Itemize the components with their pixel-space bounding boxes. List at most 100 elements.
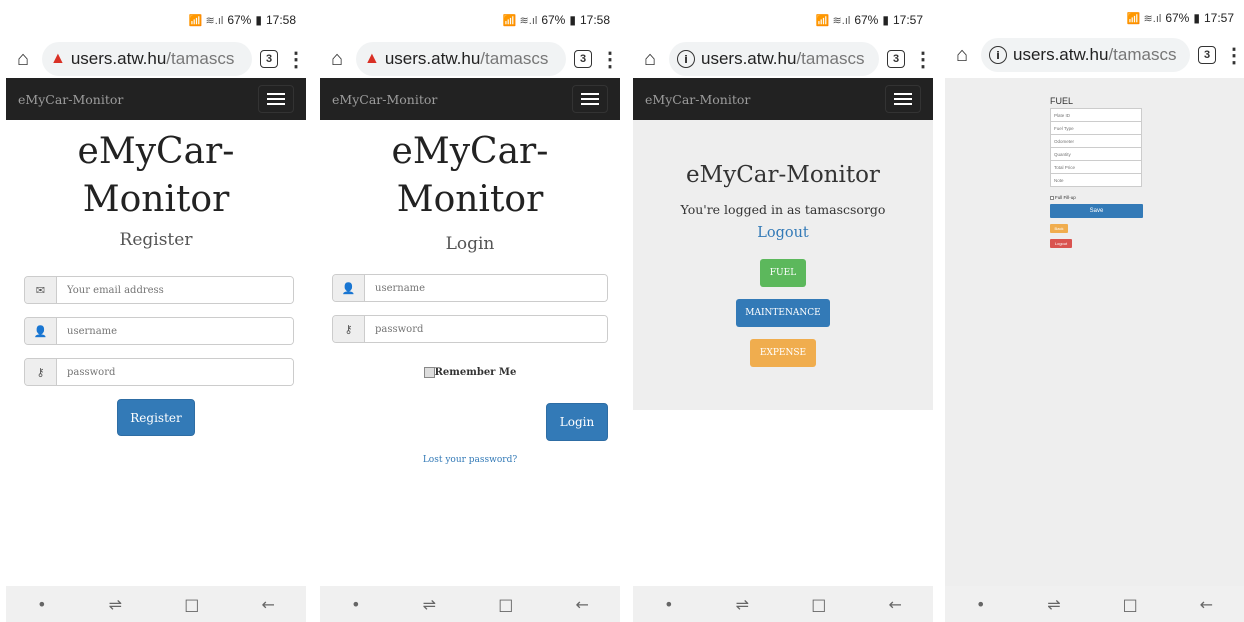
hamburger-menu-icon[interactable]: [572, 85, 608, 113]
fuel-page: FUEL Full Fill-up Save Back Logout: [945, 78, 1244, 586]
home-square-icon[interactable]: □: [811, 595, 826, 614]
url-bar[interactable]: ▲ users.atw.hu/tamascs: [356, 42, 566, 76]
recent-apps-icon[interactable]: ⇌: [109, 595, 122, 614]
dashboard-panel: eMyCar-Monitor You're logged in as tamas…: [633, 120, 933, 410]
username-input[interactable]: [57, 318, 293, 344]
page-title: eMyCar- Monitor: [6, 128, 306, 224]
url-bar[interactable]: i users.atw.hu/tamascs: [669, 42, 879, 76]
dot-icon[interactable]: •: [976, 595, 985, 614]
tab-count-icon[interactable]: 3: [574, 50, 592, 68]
home-icon[interactable]: ⌂: [326, 48, 348, 71]
full-fillup-checkbox[interactable]: [1050, 195, 1054, 200]
dot-icon[interactable]: •: [351, 595, 360, 614]
status-bar: 📶 ≋.ıl 67% ▮ 17:58: [320, 0, 620, 40]
quantity-input[interactable]: [1050, 148, 1142, 161]
page-title: eMyCar- Monitor: [320, 128, 620, 224]
home-icon[interactable]: ⌂: [639, 48, 661, 71]
battery-icon: ▮: [255, 13, 262, 27]
info-icon[interactable]: i: [989, 46, 1007, 64]
home-square-icon[interactable]: □: [1123, 595, 1138, 614]
maintenance-button[interactable]: MAINTENANCE: [736, 299, 830, 327]
email-input[interactable]: [57, 277, 293, 303]
key-icon: ⚷: [333, 316, 365, 342]
overflow-menu-icon[interactable]: ⋮: [913, 47, 933, 72]
status-bar: 📶 ≋.ıl 67% ▮ 17:57: [633, 0, 933, 40]
signal-icon: 📶 ≋.ıl: [815, 14, 851, 27]
url-path: /tamascs: [1108, 45, 1177, 64]
android-nav-bar: • ⇌ □ ←: [6, 586, 306, 622]
tab-count-icon[interactable]: 3: [1198, 46, 1216, 64]
url-bar[interactable]: ▲ users.atw.hu/tamascs: [42, 42, 252, 76]
username-field: 👤: [332, 274, 608, 302]
signal-icon: 📶 ≋.ıl: [188, 14, 224, 27]
home-icon[interactable]: ⌂: [12, 48, 34, 71]
browser-toolbar: ⌂ ▲ users.atw.hu/tamascs 3 ⋮: [320, 40, 620, 78]
home-square-icon[interactable]: □: [184, 595, 199, 614]
recent-apps-icon[interactable]: ⇌: [1047, 595, 1060, 614]
home-icon[interactable]: ⌂: [951, 44, 973, 67]
back-arrow-icon[interactable]: ←: [576, 595, 589, 614]
logout-button[interactable]: Logout: [1050, 239, 1072, 248]
overflow-menu-icon[interactable]: ⋮: [286, 47, 306, 72]
register-button[interactable]: Register: [117, 399, 195, 436]
battery-level: 67%: [227, 13, 252, 27]
clock: 17:57: [892, 13, 923, 27]
fuel-type-input[interactable]: [1050, 122, 1142, 135]
hamburger-menu-icon[interactable]: [885, 85, 921, 113]
note-input[interactable]: [1050, 174, 1142, 187]
title-line-2: Monitor: [82, 179, 230, 220]
login-button[interactable]: Login: [546, 403, 608, 441]
email-field: ✉: [24, 276, 294, 304]
status-bar: 📶 ≋.ıl 67% ▮ 17:58: [6, 0, 306, 40]
save-button[interactable]: Save: [1050, 204, 1143, 218]
url-domain: users.atw.hu: [384, 49, 481, 68]
recent-apps-icon[interactable]: ⇌: [423, 595, 436, 614]
dot-icon[interactable]: •: [664, 595, 673, 614]
home-square-icon[interactable]: □: [498, 595, 513, 614]
username-input[interactable]: [365, 275, 607, 301]
tab-count-icon[interactable]: 3: [887, 50, 905, 68]
back-button[interactable]: Back: [1050, 224, 1068, 233]
overflow-menu-icon[interactable]: ⋮: [1224, 43, 1244, 68]
full-fillup-label: Full Fill-up: [1055, 195, 1076, 200]
clock: 17:58: [265, 13, 296, 27]
back-arrow-icon[interactable]: ←: [262, 595, 275, 614]
dot-icon[interactable]: •: [37, 595, 46, 614]
username-field: 👤: [24, 317, 294, 345]
battery-level: 67%: [541, 13, 566, 27]
site-navbar: eMyCar-Monitor: [633, 78, 933, 120]
back-arrow-icon[interactable]: ←: [1200, 595, 1213, 614]
recent-apps-icon[interactable]: ⇌: [736, 595, 749, 614]
total-price-input[interactable]: [1050, 161, 1142, 174]
warning-icon[interactable]: ▲: [50, 50, 66, 68]
warning-icon[interactable]: ▲: [364, 50, 380, 68]
navbar-brand[interactable]: eMyCar-Monitor: [645, 92, 750, 107]
battery-icon: ▮: [1193, 11, 1200, 25]
user-icon: 👤: [25, 318, 57, 344]
info-icon[interactable]: i: [677, 50, 695, 68]
remember-checkbox[interactable]: [423, 367, 435, 378]
navbar-brand[interactable]: eMyCar-Monitor: [332, 92, 437, 107]
lost-password-link[interactable]: Lost your password?: [320, 455, 620, 465]
password-input[interactable]: [365, 316, 607, 342]
hamburger-menu-icon[interactable]: [258, 85, 294, 113]
page-subtitle: Login: [445, 234, 495, 254]
url-domain: users.atw.hu: [70, 49, 167, 68]
back-arrow-icon[interactable]: ←: [889, 595, 902, 614]
status-bar: 📶 ≋.ıl 67% ▮ 17:57: [945, 0, 1244, 36]
android-nav-bar: • ⇌ □ ←: [945, 586, 1244, 622]
tab-count-icon[interactable]: 3: [260, 50, 278, 68]
signal-icon: 📶 ≋.ıl: [1126, 12, 1162, 25]
navbar-brand[interactable]: eMyCar-Monitor: [18, 92, 123, 107]
odometer-input[interactable]: [1050, 135, 1142, 148]
logout-link[interactable]: Logout: [633, 225, 933, 241]
url-bar[interactable]: i users.atw.hu/tamascs: [981, 38, 1190, 72]
fuel-button[interactable]: FUEL: [760, 259, 806, 287]
password-input[interactable]: [57, 359, 293, 385]
password-field: ⚷: [332, 315, 608, 343]
overflow-menu-icon[interactable]: ⋮: [600, 47, 620, 72]
plate-id-input[interactable]: [1050, 109, 1142, 122]
expense-button[interactable]: EXPENSE: [750, 339, 816, 367]
android-nav-bar: • ⇌ □ ←: [633, 586, 933, 622]
phone-login: 📶 ≋.ıl 67% ▮ 17:58 ⌂ ▲ users.atw.hu/tama…: [320, 0, 620, 622]
